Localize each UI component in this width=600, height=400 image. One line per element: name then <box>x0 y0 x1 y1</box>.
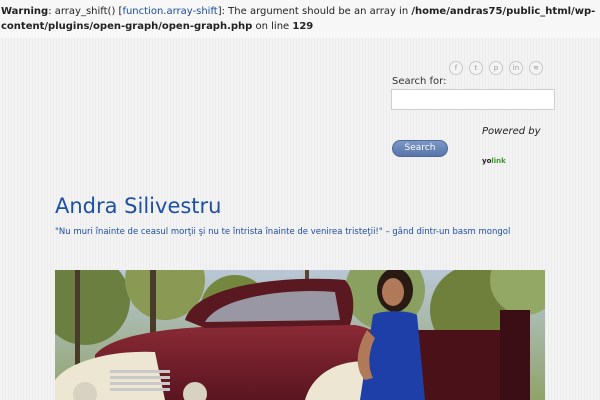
function-link[interactable]: function.array-shift <box>122 6 217 17</box>
warning-line: 129 <box>292 21 314 32</box>
search-input[interactable] <box>391 89 555 110</box>
pinterest-icon[interactable]: p <box>489 61 503 75</box>
linkedin-icon[interactable]: in <box>509 61 523 75</box>
header-photo <box>55 270 545 400</box>
twitter-icon[interactable]: t <box>469 61 483 75</box>
header-image <box>55 270 545 400</box>
warning-label: Warning <box>1 6 49 17</box>
yolink-brand-b: link <box>491 157 506 165</box>
rss-icon[interactable]: ≋ <box>529 61 543 75</box>
social-icons: f t p in ≋ <box>449 61 543 75</box>
yolink-logo[interactable]: yolink <box>482 157 506 165</box>
warning-text-1: : array_shift() [ <box>48 6 123 17</box>
search-button[interactable]: Search <box>392 140 448 157</box>
facebook-icon[interactable]: f <box>449 61 463 75</box>
warning-text-2: ]: The argument should be an array in <box>217 6 412 17</box>
powered-by: Powered by <box>482 126 541 137</box>
yolink-brand-a: yo <box>482 157 492 165</box>
php-warning: Warning: array_shift() [function.array-s… <box>0 0 600 38</box>
site-tagline: "Nu muri înainte de ceasul morţii şi nu … <box>55 227 511 237</box>
site-title[interactable]: Andra Silivestru <box>55 194 221 218</box>
warning-text-3: on line <box>252 21 293 32</box>
search-label: Search for: <box>392 76 447 87</box>
